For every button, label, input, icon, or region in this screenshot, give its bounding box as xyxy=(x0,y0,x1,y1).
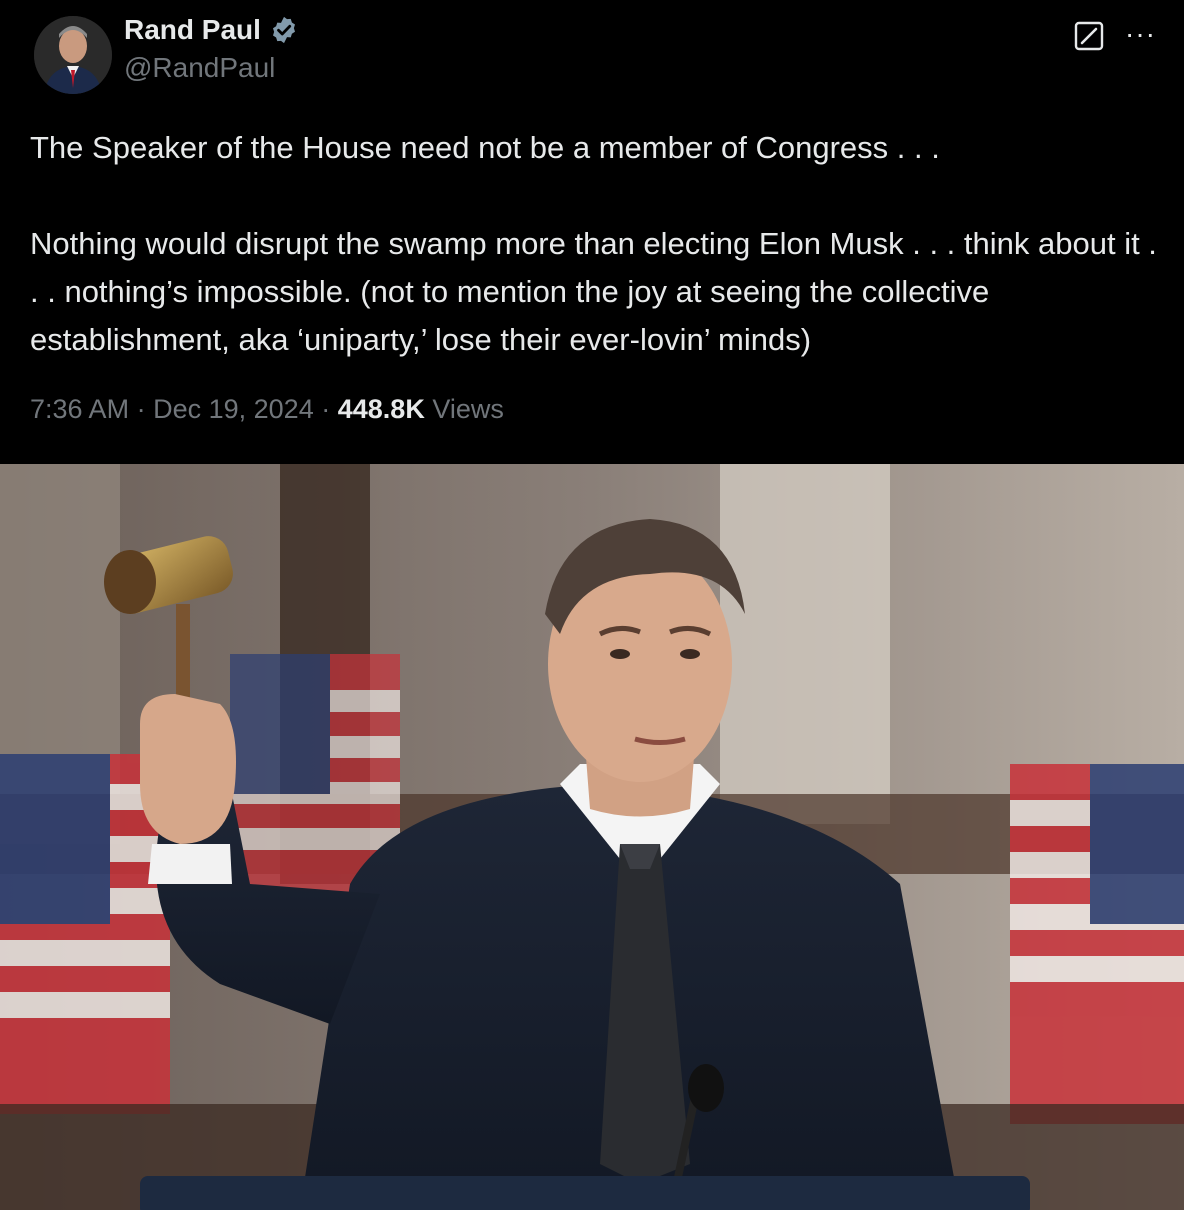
avatar-portrait xyxy=(34,16,112,94)
views-count: 448.8K xyxy=(337,394,425,424)
meta-separator: · xyxy=(136,394,146,424)
tweet-time[interactable]: 7:36 AM xyxy=(30,394,129,424)
tweet-text: The Speaker of the House need not be a m… xyxy=(30,124,1160,364)
tweet-actions-top: ··· xyxy=(1073,19,1156,57)
tweet-date[interactable]: Dec 19, 2024 xyxy=(153,394,314,424)
more-options-icon[interactable]: ··· xyxy=(1125,19,1156,48)
meta-separator: · xyxy=(321,394,331,424)
tweet-meta: 7:36 AM · Dec 19, 2024 · 448.8K Views xyxy=(30,394,504,425)
tweet-text-line-1: The Speaker of the House need not be a m… xyxy=(30,130,940,165)
author-handle[interactable]: @RandPaul xyxy=(124,52,299,84)
flag-right xyxy=(1010,764,1184,1124)
author-name[interactable]: Rand Paul xyxy=(124,14,261,46)
media-illustration xyxy=(0,464,1184,1210)
tweet-media-image[interactable] xyxy=(0,464,1184,1210)
tweet-card: Rand Paul @RandPaul ··· The Speaker of t… xyxy=(0,0,1184,464)
tweet-text-line-2: Nothing would disrupt the swamp more tha… xyxy=(30,226,1175,357)
author-block: Rand Paul @RandPaul xyxy=(124,14,299,84)
avatar[interactable] xyxy=(34,16,112,94)
verified-badge-icon xyxy=(269,15,299,45)
views-label: Views xyxy=(432,394,504,424)
grok-icon[interactable] xyxy=(1073,20,1105,57)
